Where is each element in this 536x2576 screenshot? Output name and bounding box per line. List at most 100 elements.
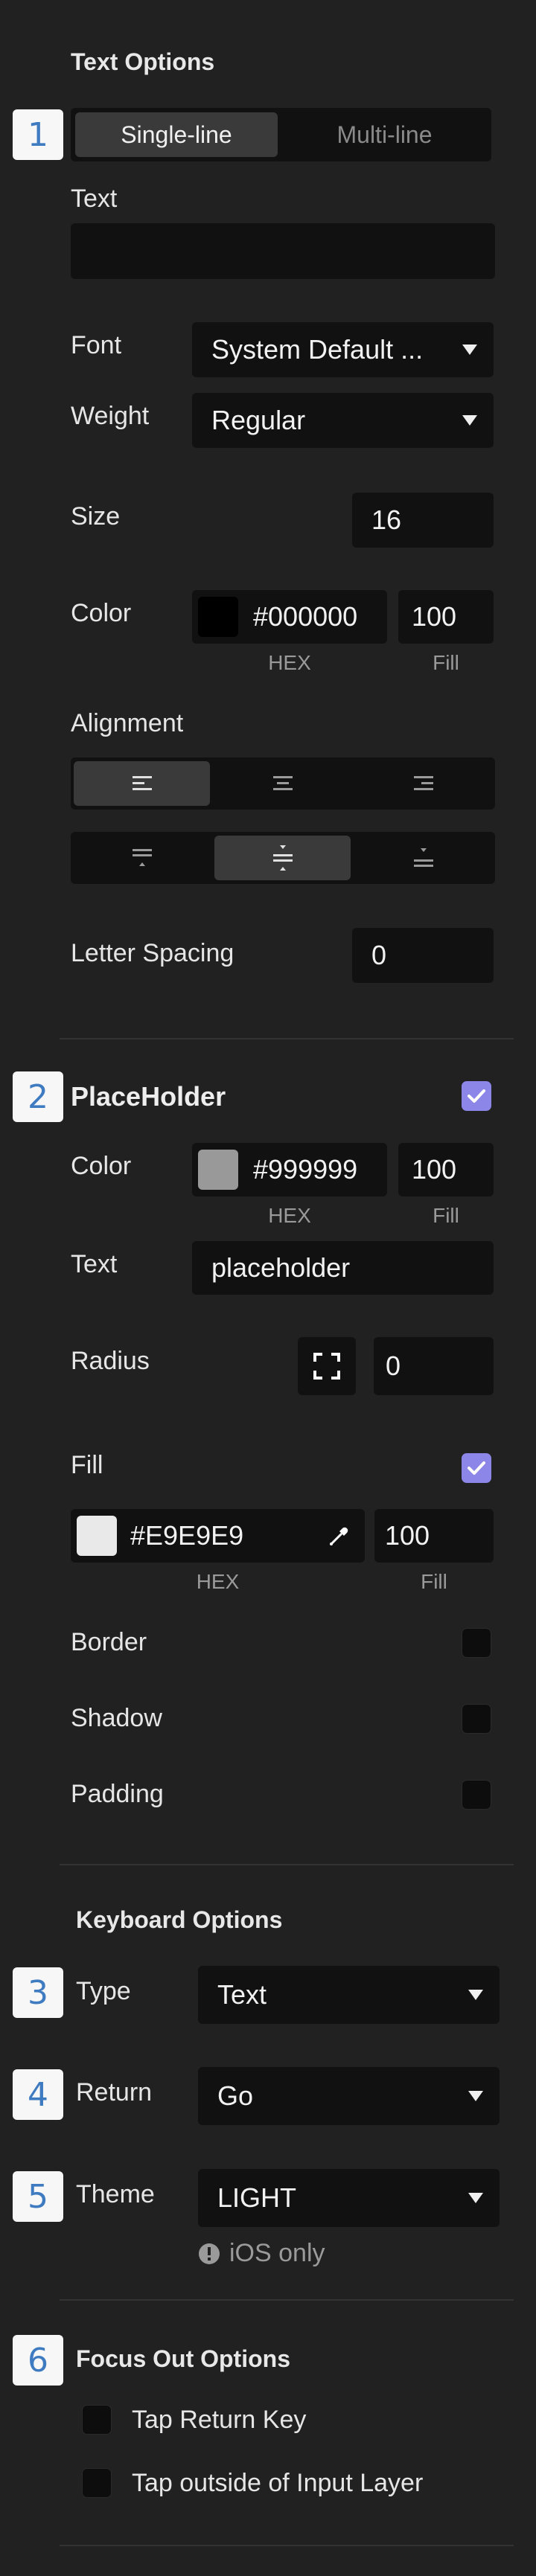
text-color-hex-value: #000000 <box>253 601 358 632</box>
border-checkbox[interactable] <box>462 1628 491 1658</box>
align-top-button[interactable] <box>74 836 210 880</box>
fill-caption: Fill <box>421 1570 447 1593</box>
fill-checkbox[interactable] <box>462 1453 491 1483</box>
font-select[interactable]: System Default ... <box>192 322 494 377</box>
tab-single-line[interactable]: Single-line <box>75 112 278 157</box>
radius-input[interactable]: 0 <box>374 1337 494 1395</box>
callout-badge-1: 1 <box>13 109 63 160</box>
radius-label: Radius <box>71 1347 150 1375</box>
weight-select-value: Regular <box>211 405 306 435</box>
keyboard-return-value: Go <box>217 2080 254 2111</box>
section-divider <box>60 2299 514 2301</box>
text-color-fill-input[interactable]: 100 <box>398 590 494 644</box>
keyboard-theme-select[interactable]: LIGHT <box>198 2169 500 2227</box>
weight-select[interactable]: Regular <box>192 393 494 448</box>
letter-spacing-input[interactable]: 0 <box>352 928 494 983</box>
section-divider <box>60 2545 514 2546</box>
keyboard-options-title: Keyboard Options <box>76 1906 283 1933</box>
size-input[interactable]: 16 <box>352 493 494 548</box>
fill-caption: Fill <box>433 1204 459 1227</box>
size-label: Size <box>71 502 121 531</box>
checkmark-icon <box>468 1461 485 1475</box>
tap-outside-checkbox[interactable] <box>82 2468 112 2498</box>
padding-checkbox[interactable] <box>462 1780 491 1810</box>
ios-only-text: iOS only <box>229 2239 325 2267</box>
padding-label: Padding <box>71 1780 164 1808</box>
text-input[interactable] <box>71 223 495 279</box>
horizontal-alignment-group <box>71 757 495 810</box>
align-bottom-button[interactable] <box>355 836 491 880</box>
hex-caption: HEX <box>196 1570 240 1593</box>
tab-multi-line[interactable]: Multi-line <box>282 112 487 157</box>
text-color-hex-input[interactable]: #000000 <box>192 590 387 644</box>
hex-caption: HEX <box>268 1204 311 1227</box>
keyboard-theme-label: Theme <box>76 2180 155 2208</box>
keyboard-return-label: Return <box>76 2078 153 2106</box>
chevron-down-icon <box>468 2091 483 2101</box>
text-label: Text <box>71 185 118 213</box>
tap-return-key-checkbox[interactable] <box>82 2405 112 2435</box>
align-center-icon <box>272 776 293 790</box>
placeholder-title: PlaceHolder <box>71 1081 226 1112</box>
keyboard-theme-value: LIGHT <box>217 2182 297 2213</box>
keyboard-type-select[interactable]: Text <box>198 1966 500 2024</box>
align-top-icon <box>132 849 152 866</box>
align-right-icon <box>413 776 433 790</box>
fill-fill-input[interactable]: 100 <box>374 1509 494 1563</box>
ios-only-note: iOS only <box>198 2239 325 2268</box>
placeholder-checkbox[interactable] <box>462 1081 491 1111</box>
align-bottom-icon <box>413 848 433 867</box>
align-left-button[interactable] <box>74 761 210 806</box>
checkmark-icon <box>468 1089 485 1103</box>
section-divider <box>60 1038 514 1039</box>
placeholder-color-hex-input[interactable]: #999999 <box>192 1143 387 1196</box>
placeholder-text-label: Text <box>71 1250 118 1278</box>
align-center-button[interactable] <box>214 761 351 806</box>
placeholder-color-label: Color <box>71 1152 132 1180</box>
fill-color-hex-input[interactable]: #E9E9E9 <box>71 1509 365 1563</box>
info-icon <box>199 2243 220 2264</box>
eyedropper-icon[interactable] <box>328 1524 351 1548</box>
callout-badge-4: 4 <box>13 2069 63 2120</box>
callout-badge-3: 3 <box>13 1967 63 2018</box>
vertical-alignment-group <box>71 832 495 884</box>
fill-label: Fill <box>71 1451 103 1479</box>
chevron-down-icon <box>462 415 477 426</box>
placeholder-color-hex-value: #999999 <box>253 1154 358 1185</box>
chevron-down-icon <box>468 2193 483 2203</box>
focus-out-options-title: Focus Out Options <box>76 2345 290 2372</box>
keyboard-return-select[interactable]: Go <box>198 2067 500 2125</box>
placeholder-color-swatch[interactable] <box>198 1150 238 1190</box>
letter-spacing-label: Letter Spacing <box>71 939 234 967</box>
keyboard-type-value: Text <box>217 1979 267 2010</box>
font-label: Font <box>71 331 122 359</box>
border-label: Border <box>71 1628 147 1656</box>
shadow-checkbox[interactable] <box>462 1704 491 1734</box>
shadow-label: Shadow <box>71 1704 162 1732</box>
color-label: Color <box>71 599 132 627</box>
fill-color-swatch[interactable] <box>77 1516 117 1556</box>
align-middle-icon <box>272 845 293 871</box>
align-left-icon <box>132 776 152 790</box>
placeholder-text-input[interactable]: placeholder <box>192 1241 494 1295</box>
fill-caption: Fill <box>433 651 459 674</box>
callout-badge-5: 5 <box>13 2171 63 2222</box>
align-right-button[interactable] <box>355 761 491 806</box>
callout-badge-6: 6 <box>13 2335 63 2386</box>
placeholder-color-fill-input[interactable]: 100 <box>398 1143 494 1196</box>
text-options-title: Text Options <box>71 48 215 75</box>
text-color-swatch[interactable] <box>198 597 238 637</box>
tap-outside-label: Tap outside of Input Layer <box>132 2469 424 2497</box>
fill-color-hex-value: #E9E9E9 <box>130 1520 244 1551</box>
corners-icon <box>313 1353 340 1380</box>
alignment-label: Alignment <box>71 709 184 737</box>
weight-label: Weight <box>71 402 150 430</box>
radius-corners-toggle[interactable] <box>298 1337 356 1395</box>
align-middle-button[interactable] <box>214 836 351 880</box>
tap-return-key-label: Tap Return Key <box>132 2406 307 2434</box>
line-mode-toggle: Single-line Multi-line <box>71 108 491 161</box>
callout-badge-2: 2 <box>13 1071 63 1122</box>
chevron-down-icon <box>462 345 477 355</box>
chevron-down-icon <box>468 1990 483 2000</box>
keyboard-type-label: Type <box>76 1977 131 2005</box>
